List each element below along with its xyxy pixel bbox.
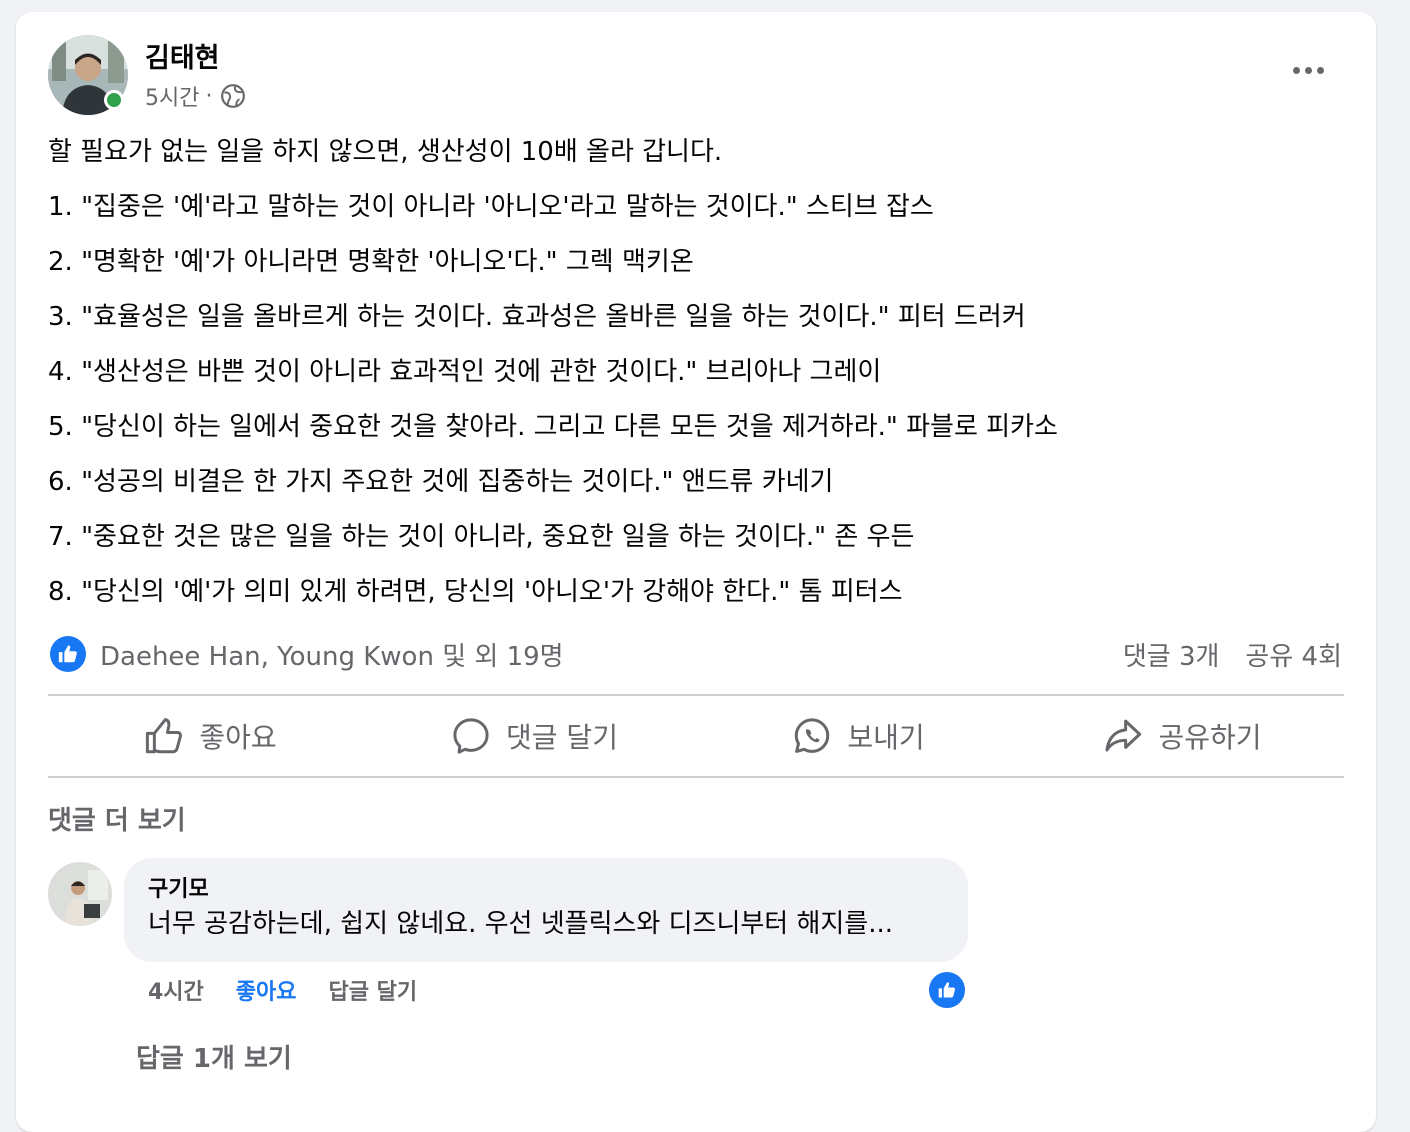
post-time[interactable]: 5시간 bbox=[145, 80, 199, 112]
share-button[interactable]: 공유하기 bbox=[1020, 696, 1344, 776]
like-button-label: 좋아요 bbox=[199, 721, 277, 754]
view-more-comments-link[interactable]: 댓글 더 보기 bbox=[48, 800, 186, 837]
comment-author[interactable]: 구기모 bbox=[148, 876, 944, 904]
post-line: 7. "중요한 것은 많은 일을 하는 것이 아니라, 중요한 일을 하는 것이… bbox=[48, 522, 915, 552]
comment-meta: 4시간 좋아요 답글 달기 bbox=[148, 974, 417, 1006]
more-dot-icon bbox=[1316, 66, 1324, 74]
divider-bottom bbox=[48, 776, 1344, 778]
share-arrow-icon bbox=[1105, 719, 1142, 752]
post-line: 6. "성공의 비결은 한 가지 주요한 것에 집중하는 것이다." 앤드류 카… bbox=[48, 467, 834, 497]
post-line: 2. "명확한 '예'가 아니라면 명확한 '아니오'다." 그렉 맥키온 bbox=[48, 247, 694, 277]
reactors-summary[interactable]: Daehee Han, Young Kwon 및 외 19명 bbox=[50, 636, 564, 673]
engagement-counts: 댓글 3개 공유 4회 bbox=[1123, 636, 1342, 673]
post-author-name[interactable]: 김태현 bbox=[145, 36, 220, 75]
more-dot-icon bbox=[1292, 66, 1300, 74]
post-line: 8. "당신의 '예'가 의미 있게 하려면, 당신의 '아니오'가 강해야 한… bbox=[48, 577, 903, 607]
like-button[interactable]: 좋아요 bbox=[48, 696, 372, 776]
comment-text: 너무 공감하는데, 쉽지 않네요. 우선 넷플릭스와 디즈니부터 해지를... bbox=[148, 909, 894, 939]
view-replies-link[interactable]: 답글 1개 보기 bbox=[136, 1038, 292, 1075]
shares-count-link[interactable]: 공유 4회 bbox=[1245, 636, 1342, 673]
comment-time[interactable]: 4시간 bbox=[148, 974, 204, 1006]
comments-count-link[interactable]: 댓글 3개 bbox=[1123, 636, 1220, 673]
whatsapp-icon bbox=[795, 718, 830, 753]
post-actions-bar: 좋아요 댓글 달기 보내기 공유하기 bbox=[48, 696, 1344, 776]
comment-reply-button[interactable]: 답글 달기 bbox=[329, 974, 418, 1006]
post-line: 5. "당신이 하는 일에서 중요한 것을 찾아라. 그리고 다른 모든 것을 … bbox=[48, 412, 1058, 442]
more-options-button[interactable] bbox=[1286, 52, 1330, 88]
online-status-indicator bbox=[104, 90, 124, 110]
comment-bubble-icon bbox=[453, 718, 489, 754]
comment-like-button[interactable]: 좋아요 bbox=[236, 974, 297, 1006]
post-card: 김태현 5시간 · 할 필요가 없는 일을 하지 않으면, 생산성이 10배 올… bbox=[16, 12, 1376, 1132]
globe-icon bbox=[221, 84, 246, 108]
comment-button-label: 댓글 달기 bbox=[506, 721, 618, 754]
more-dot-icon bbox=[1304, 66, 1312, 74]
reactors-text: Daehee Han, Young Kwon 및 외 19명 bbox=[100, 641, 564, 672]
post-line: 4. "생산성은 바쁜 것이 아니라 효과적인 것에 관한 것이다." 브리아나… bbox=[48, 357, 882, 387]
meta-separator: · bbox=[205, 83, 213, 109]
send-button-label: 보내기 bbox=[847, 721, 925, 754]
post-line: 1. "집중은 '예'라고 말하는 것이 아니라 '아니오'라고 말하는 것이다… bbox=[48, 192, 934, 222]
comment-bubble: 구기모 너무 공감하는데, 쉽지 않네요. 우선 넷플릭스와 디즈니부터 해지를… bbox=[124, 858, 968, 962]
share-button-label: 공유하기 bbox=[1158, 721, 1262, 754]
reactions-row: Daehee Han, Young Kwon 및 외 19명 댓글 3개 공유 … bbox=[50, 632, 1342, 676]
commenter-avatar[interactable] bbox=[48, 862, 112, 926]
comment-button[interactable]: 댓글 달기 bbox=[372, 696, 696, 776]
thumbs-up-icon bbox=[146, 718, 183, 754]
post-line: 할 필요가 없는 일을 하지 않으면, 생산성이 10배 올라 갑니다. bbox=[48, 137, 723, 167]
comment-like-reaction-icon bbox=[927, 970, 967, 1010]
post-meta: 5시간 · bbox=[145, 80, 246, 112]
post-line: 3. "효율성은 일을 올바르게 하는 것이다. 효과성은 올바른 일을 하는 … bbox=[48, 302, 1026, 332]
like-reaction-icon bbox=[50, 636, 86, 672]
send-button[interactable]: 보내기 bbox=[696, 696, 1020, 776]
post-body: 할 필요가 없는 일을 하지 않으면, 생산성이 10배 올라 갑니다. 1. … bbox=[48, 132, 1348, 627]
